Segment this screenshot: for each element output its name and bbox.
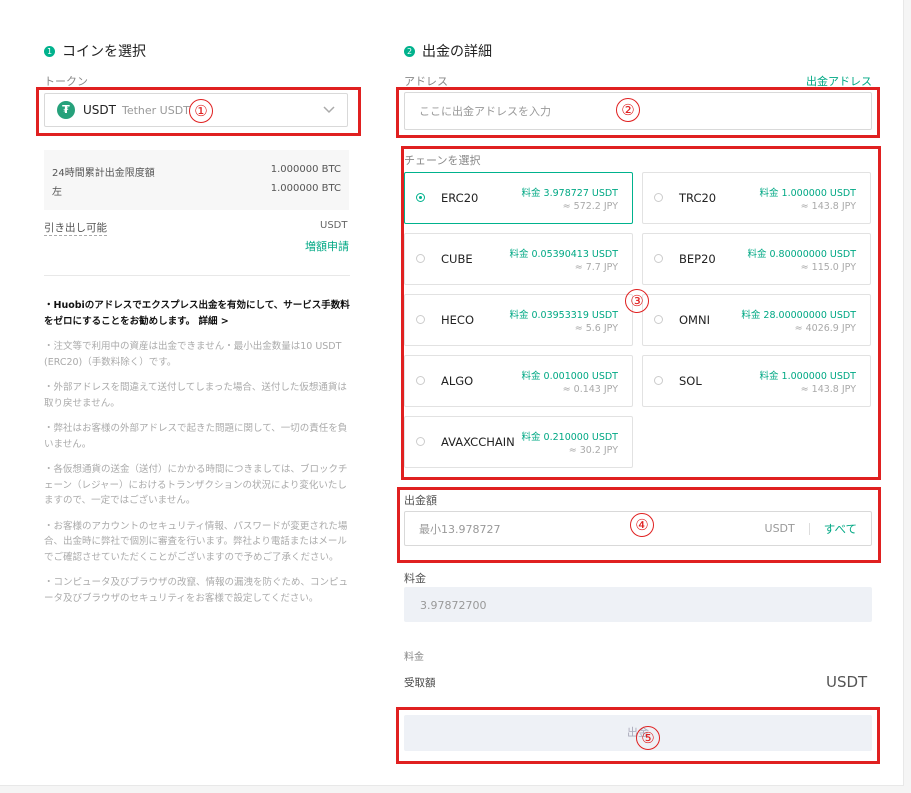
limit-24h-label: 24時間累計出金限度額 [52,168,155,179]
annotation-box-3 [401,146,881,480]
withdrawable-label: 引き出し可能 [44,222,107,236]
annotation-number-2: ② [616,98,640,122]
step-1-badge: 1 [44,45,55,57]
withdraw-limit-box: 24時間累計出金限度額 1.000000 BTC 左 1.000000 BTC [44,150,349,210]
note-item: ・各仮想通貨の送金（送付）にかかる時間につきましては、ブロックチェーン（レジャー… [44,464,348,506]
increase-limit-link[interactable]: 増額申請 [305,238,349,254]
note-item: ・お客様のアカウントのセキュリティ情報、パスワードが変更された場合、出金時に弊社… [44,520,348,563]
notes: ・Huobiのアドレスでエクスプレス出金を有効にして、サービス手数料をゼロにする… [44,298,350,616]
note-item: ・外部アドレスを間違えて送付してしまった場合、送付した仮想通貨は取り戻せません。 [44,382,347,409]
withdraw-page: 1 コインを選択 トークン ₮ USDT Tether USDT 24時間累計出… [0,0,904,786]
withdrawable-value: USDT [320,220,348,231]
step-2-label: 出金の詳細 [422,44,492,60]
fee-label-2: 料金 [404,652,424,663]
receive-unit: USDT [826,673,868,691]
annotation-number-1: ① [189,99,213,123]
fee-value: 3.97872700 [404,587,872,622]
step-1-title: 1 コインを選択 [44,41,146,61]
fee-label: 料金 [404,572,426,585]
limit-24h-value: 1.000000 BTC [270,164,341,175]
step-2-title: 2 出金の詳細 [404,41,492,61]
limit-remaining-value: 1.000000 BTC [270,183,341,194]
note-express: ・Huobiのアドレスでエクスプレス出金を有効にして、サービス手数料をゼロにする… [44,300,350,327]
note-item: ・コンピュータ及びブラウザの改竄、情報の漏洩を防ぐため、コンピュータ及びブラウザ… [44,577,349,604]
annotation-number-4: ④ [630,513,654,537]
step-2-badge: 2 [404,45,415,57]
annotation-number-5: ⑤ [636,726,660,750]
receive-label: 受取額 [404,677,436,689]
limit-remaining-label: 左 [52,187,62,198]
step-1-label: コインを選択 [62,44,146,60]
divider [44,275,350,276]
annotation-number-3: ③ [625,289,649,313]
note-item: ・注文等で利用中の資産は出金できません・最小出金数量は10 USDT (ERC2… [44,341,342,368]
note-item: ・弊社はお客様の外部アドレスで起きた問題に関して、一切の責任を負いません。 [44,423,348,450]
